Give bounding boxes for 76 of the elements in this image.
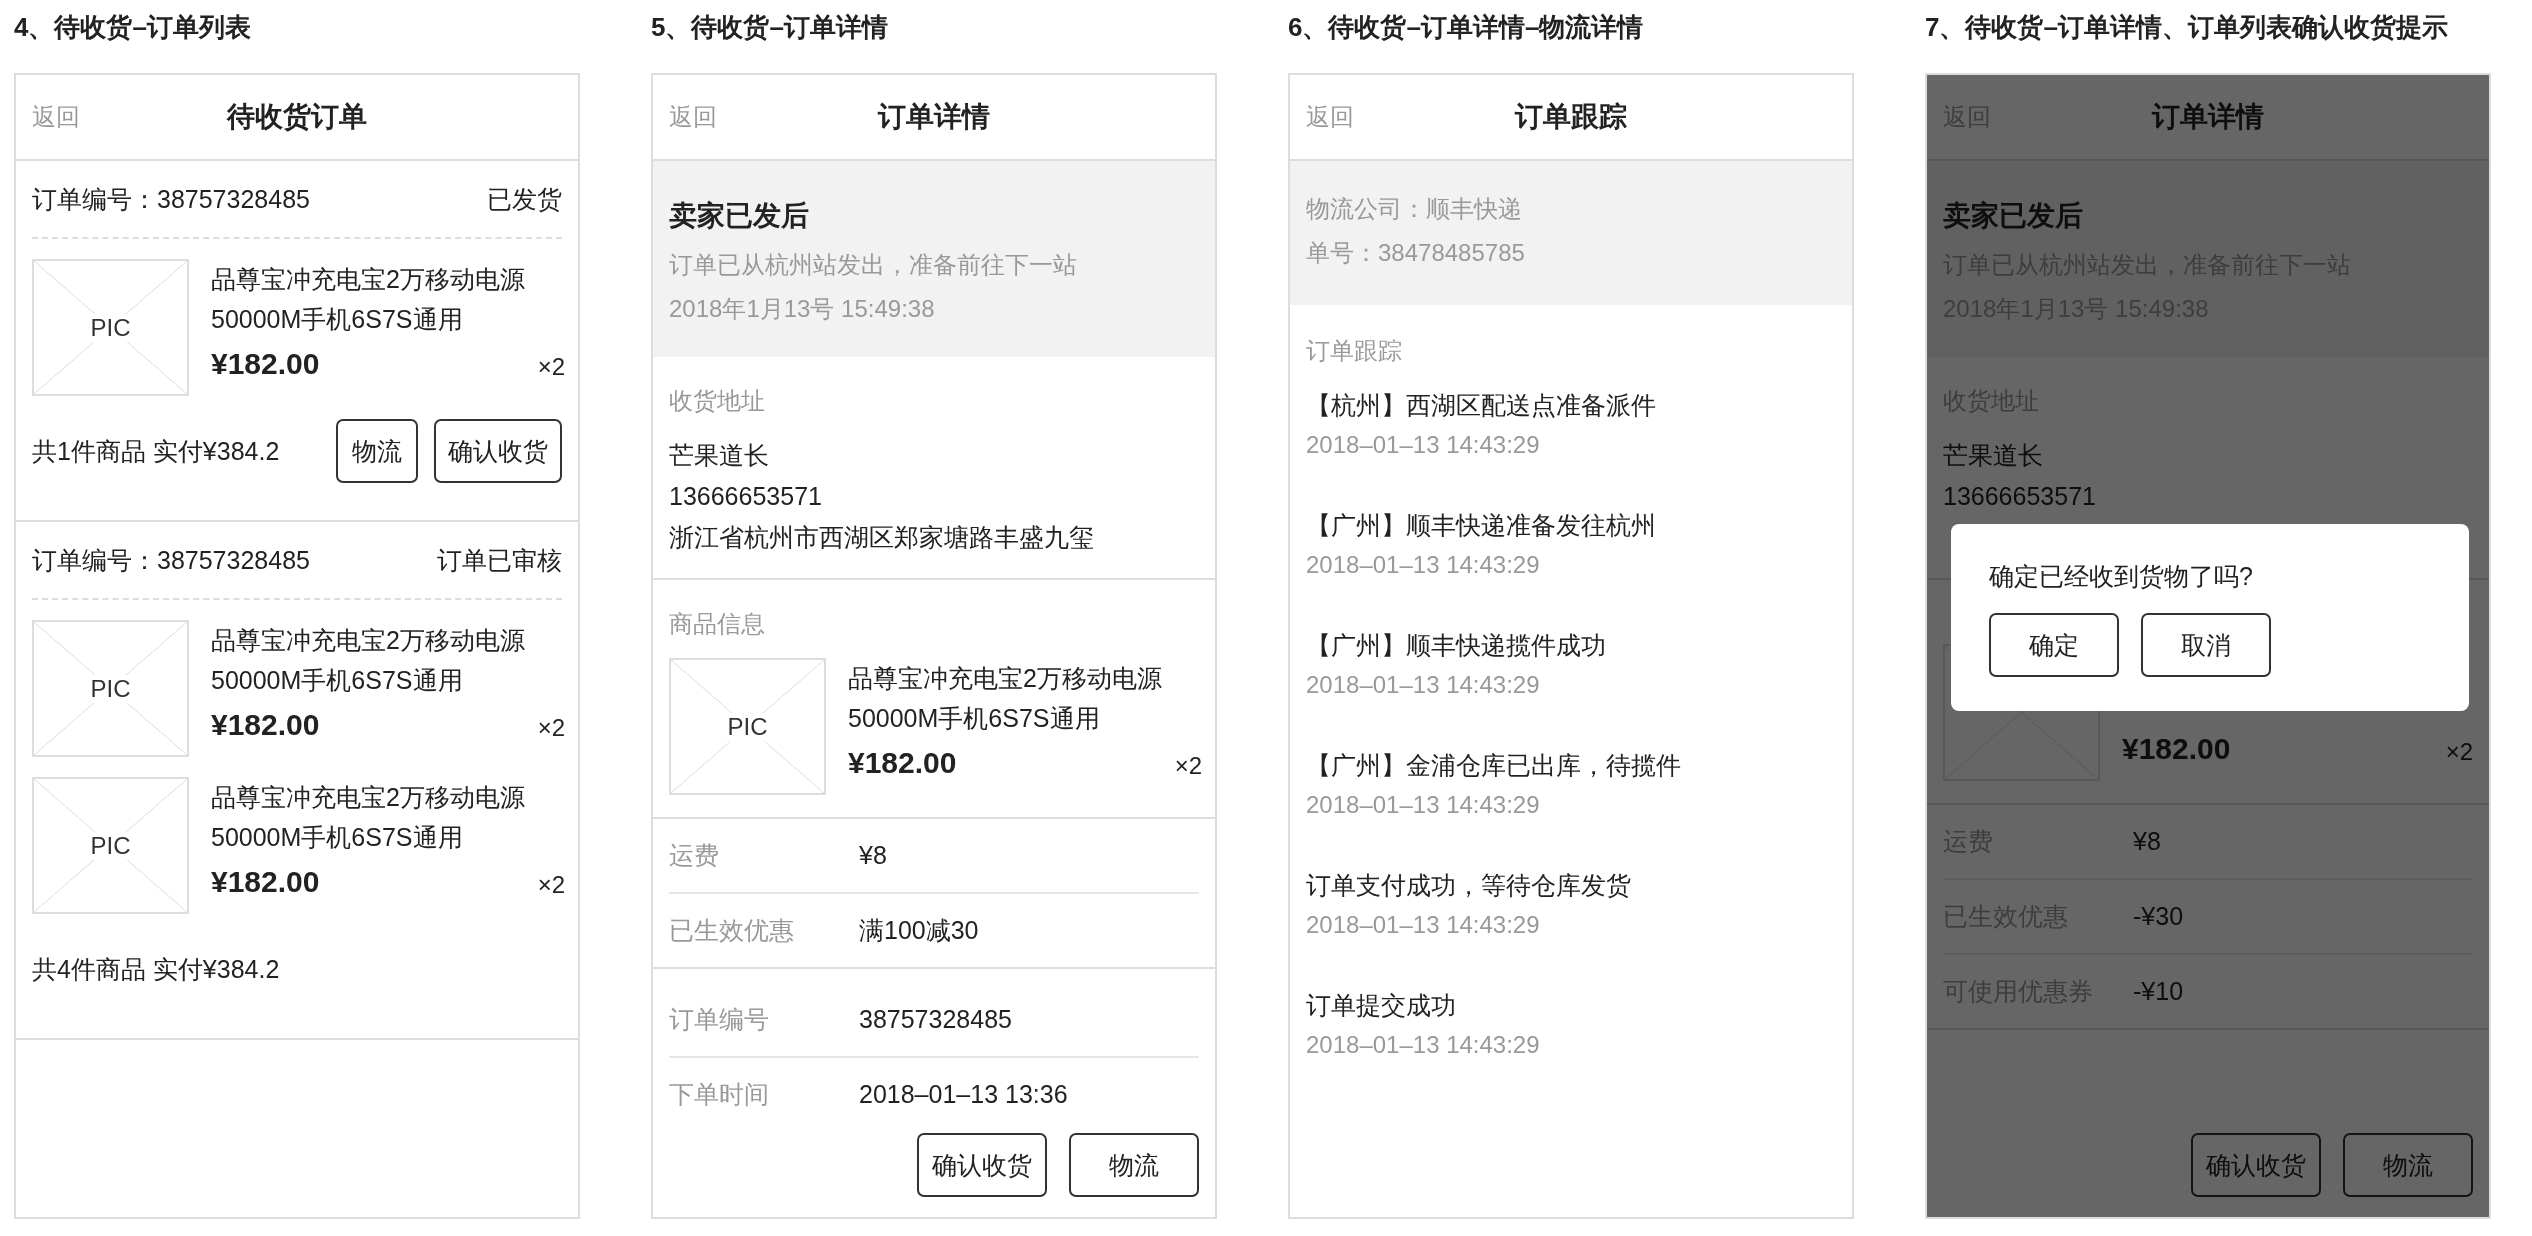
product-name: 品尊宝冲充电宝2万移动电源50000M手机6S7S通用 <box>211 625 526 696</box>
nav-title: 待收货订单 <box>227 100 367 134</box>
product-name: 品尊宝冲充电宝2万移动电源50000M手机6S7S通用 <box>211 264 526 335</box>
product-quantity: ×2 <box>537 353 565 381</box>
tracking-event: 【广州】金浦仓库已出库，待揽件 <box>1306 750 1682 781</box>
image-label: PIC <box>90 831 131 860</box>
order-status: 订单已审核 <box>437 544 562 576</box>
dialog-button[interactable]: 取消 <box>2141 613 2271 677</box>
status-title: 卖家已发后 <box>669 199 810 233</box>
image-label: PIC <box>90 674 131 703</box>
info-label: 下单时间 <box>669 1079 770 1110</box>
action-button[interactable]: 物流 <box>1069 1133 1199 1197</box>
tracking-event: 【广州】顺丰快递准备发往杭州 <box>1306 510 1657 541</box>
fee-value: ¥8 <box>2133 827 2161 856</box>
product-name: 品尊宝冲充电宝2万移动电源50000M手机6S7S通用 <box>848 663 1163 734</box>
screen-caption: 4、待收货–订单列表 <box>14 11 252 44</box>
address-line: 13666653571 <box>669 481 823 512</box>
nav-title: 订单详情 <box>878 100 990 134</box>
tracking-event: 【杭州】西湖区配送点准备派件 <box>1306 390 1657 421</box>
dialog-message: 确定已经收到货物了吗? <box>1989 561 2254 592</box>
tracking-time: 2018–01–13 14:43:29 <box>1306 430 1541 460</box>
fee-value: -¥30 <box>2133 902 2184 931</box>
tracking-event: 【广州】顺丰快递揽件成功 <box>1306 630 1607 661</box>
section-label: 商品信息 <box>669 609 766 639</box>
order-action-button[interactable]: 确认收货 <box>434 419 562 483</box>
status-text: 2018年1月13号 15:49:38 <box>669 294 936 324</box>
info-value: 2018–01–13 13:36 <box>859 1080 1068 1109</box>
info-label: 订单编号 <box>669 1004 770 1035</box>
image-label: PIC <box>90 313 131 342</box>
address-line: 13666653571 <box>1943 481 2097 512</box>
address-line: 芒果道长 <box>669 440 770 471</box>
tracking-time: 2018–01–13 14:43:29 <box>1306 670 1541 700</box>
fee-label: 运费 <box>669 840 720 871</box>
tracking-event: 订单支付成功，等待仓库发货 <box>1306 870 1632 901</box>
product-name: 品尊宝冲充电宝2万移动电源50000M手机6S7S通用 <box>211 782 526 853</box>
nav-title: 订单详情 <box>2152 100 2264 134</box>
product-price: ¥182.00 <box>211 347 320 381</box>
screen-caption: 6、待收货–订单详情–物流详情 <box>1288 11 1645 44</box>
fee-value: -¥10 <box>2133 977 2184 1006</box>
fee-value: 满100减30 <box>859 915 979 946</box>
order-number: 订单编号：38757328485 <box>32 183 310 215</box>
order-number: 订单编号：38757328485 <box>32 544 310 576</box>
order-summary: 共1件商品 实付¥384.2 <box>32 435 280 467</box>
product-quantity: ×2 <box>537 714 565 742</box>
address-line: 芒果道长 <box>1943 440 2044 471</box>
tracking-time: 2018–01–13 14:43:29 <box>1306 790 1541 820</box>
product-price: ¥182.00 <box>848 746 957 780</box>
section-label: 收货地址 <box>669 386 766 416</box>
image-label: PIC <box>727 712 768 741</box>
product-quantity: ×2 <box>1174 752 1202 780</box>
order-action-button[interactable]: 物流 <box>336 419 418 483</box>
tracking-time: 2018–01–13 14:43:29 <box>1306 910 1541 940</box>
product-price: ¥182.00 <box>211 865 320 899</box>
nav-title: 订单跟踪 <box>1515 100 1627 134</box>
screen-caption: 5、待收货–订单详情 <box>651 11 889 44</box>
order-summary: 共4件商品 实付¥384.2 <box>32 953 280 985</box>
tracking-time: 2018–01–13 14:43:29 <box>1306 550 1541 580</box>
screen-caption: 7、待收货–订单详情、订单列表确认收货提示 <box>1925 11 2449 44</box>
action-button[interactable]: 确认收货 <box>917 1133 1047 1197</box>
carrier-text: 物流公司：顺丰快递 <box>1306 194 1523 224</box>
fee-label: 已生效优惠 <box>669 915 795 946</box>
tracking-time: 2018–01–13 14:43:29 <box>1306 1030 1541 1060</box>
product-price: ¥182.00 <box>211 708 320 742</box>
product-price: ¥182.00 <box>2122 732 2231 766</box>
carrier-text: 单号：38478485785 <box>1306 238 1526 268</box>
product-quantity: ×2 <box>2445 738 2473 766</box>
dialog-button[interactable]: 确定 <box>1989 613 2119 677</box>
status-text: 订单已从杭州站发出，准备前往下一站 <box>669 250 1078 280</box>
status-title: 卖家已发后 <box>1943 199 2084 233</box>
address-line: 浙江省杭州市西湖区郑家塘路丰盛九玺 <box>669 522 1095 553</box>
product-quantity: ×2 <box>537 871 565 899</box>
fee-value: ¥8 <box>859 841 887 870</box>
order-status: 已发货 <box>487 183 562 215</box>
section-label: 订单跟踪 <box>1305 336 1403 366</box>
info-value: 38757328485 <box>859 1005 1012 1034</box>
tracking-event: 订单提交成功 <box>1306 990 1457 1021</box>
